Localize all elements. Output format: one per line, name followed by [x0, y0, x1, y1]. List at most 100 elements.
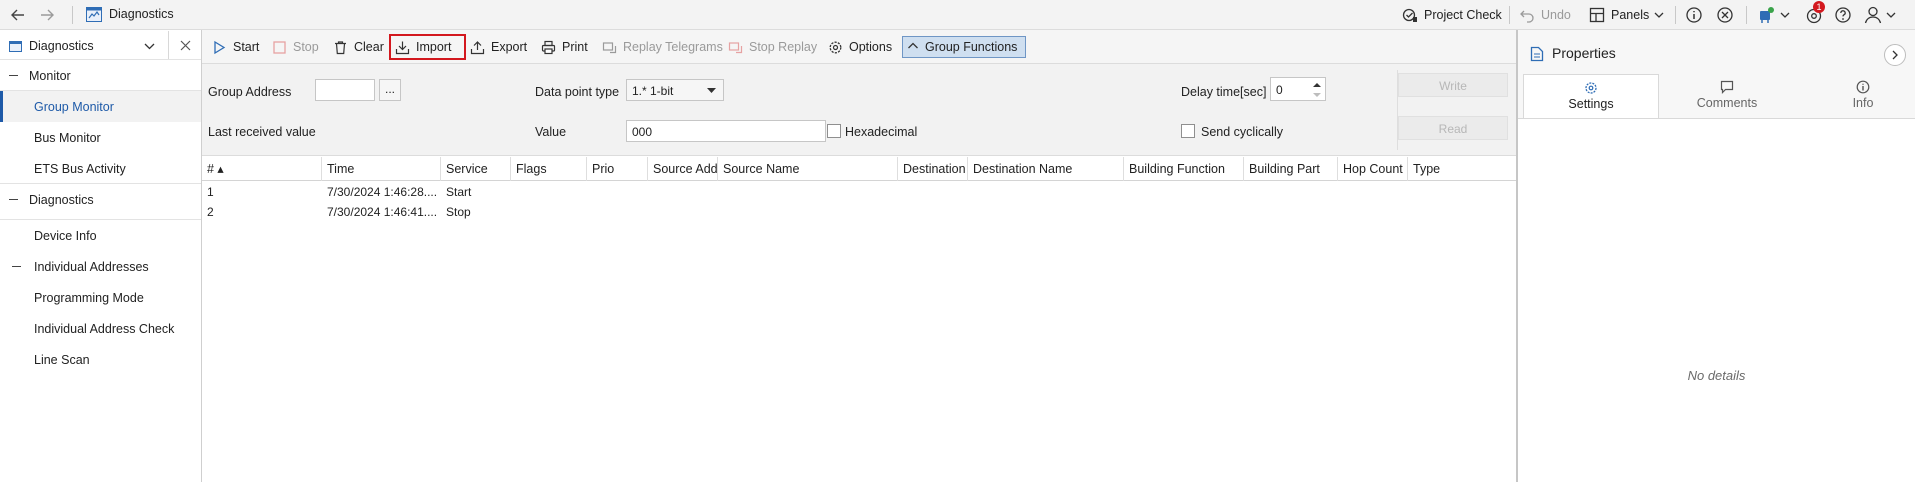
column-header-destination-name[interactable]: Destination Name [968, 157, 1124, 181]
close-icon[interactable] [180, 40, 191, 51]
column-header-building-function[interactable]: Building Function [1124, 157, 1244, 181]
write-button[interactable]: Write [1398, 73, 1508, 97]
column-header-hop-count[interactable]: Hop Count [1338, 157, 1408, 181]
sidebar-group-monitor[interactable]: Monitor [0, 60, 201, 91]
delay-time-spinner[interactable]: 0 [1270, 77, 1326, 101]
collapse-icon[interactable] [12, 266, 21, 267]
browse-label: ... [385, 82, 396, 96]
data-point-type-label: Data point type [535, 85, 620, 99]
spinner-down-icon[interactable] [1313, 92, 1321, 98]
table-header: # ▴ Time Service Flags Prio Source Addre… [202, 157, 1516, 181]
value-label: Value [535, 125, 567, 139]
clear-button[interactable]: Clear [329, 36, 388, 58]
group-functions-button[interactable]: Group Functions [902, 36, 1026, 58]
info-icon[interactable] [1685, 6, 1703, 24]
browse-button[interactable]: ... [379, 79, 401, 101]
chevron-down-icon[interactable] [1780, 10, 1790, 20]
sidebar-item-bus-monitor[interactable]: Bus Monitor [0, 122, 201, 153]
monitor-toolbar: Start Stop Clear Import Export Print Rep… [202, 30, 1709, 64]
collapse-icon[interactable] [9, 75, 18, 76]
user-account-icon[interactable] [1863, 5, 1883, 25]
hexadecimal-label: Hexadecimal [845, 125, 918, 139]
column-header-time[interactable]: Time [322, 157, 441, 181]
stop-icon [272, 40, 287, 55]
replay-icon [602, 40, 617, 55]
dropdown-triangle-icon [707, 88, 716, 94]
import-label: Import [416, 40, 452, 54]
project-check-label: Project Check [1424, 8, 1502, 22]
group-address-input[interactable] [315, 79, 375, 101]
telegram-table: # ▴ Time Service Flags Prio Source Addre… [202, 157, 1516, 482]
spinner-up-icon[interactable] [1313, 82, 1321, 88]
gear-icon [828, 40, 843, 55]
read-button[interactable]: Read [1398, 116, 1508, 140]
sidebar-item-group-monitor[interactable]: Group Monitor [0, 91, 201, 122]
write-label: Write [1439, 79, 1467, 93]
trash-icon [333, 40, 348, 55]
chevron-down-icon[interactable] [1886, 10, 1896, 20]
tab-comments[interactable]: Comments [1659, 74, 1795, 118]
column-header-type[interactable]: Type [1408, 157, 1516, 181]
sidebar-item-label: Line Scan [34, 353, 90, 367]
close-circle-icon[interactable] [1716, 6, 1734, 24]
stop-replay-button[interactable]: Stop Replay [724, 36, 821, 58]
chevron-down-icon[interactable] [144, 41, 155, 51]
panels-button[interactable]: Panels [1589, 0, 1664, 30]
bus-connection-icon[interactable] [1757, 5, 1777, 25]
group-functions-label: Group Functions [925, 40, 1018, 54]
sidebar-item-line-scan[interactable]: Line Scan [0, 344, 201, 375]
sidebar-group-diagnostics[interactable]: Diagnostics [0, 184, 201, 220]
column-header-source-name[interactable]: Source Name [718, 157, 898, 181]
sidebar-item-device-info[interactable]: Device Info [0, 220, 201, 251]
collapse-icon[interactable] [9, 199, 18, 200]
info-icon [1856, 80, 1870, 94]
back-arrow-icon[interactable] [9, 6, 27, 24]
column-header-service[interactable]: Service [441, 157, 511, 181]
replay-telegrams-label: Replay Telegrams [623, 40, 723, 54]
sidebar-header: Diagnostics [0, 30, 201, 60]
hexadecimal-checkbox[interactable] [827, 124, 841, 138]
table-row[interactable]: 2 7/30/2024 1:46:41.... Stop [202, 202, 1516, 222]
column-header-number[interactable]: # ▴ [202, 157, 322, 181]
column-header-building-part[interactable]: Building Part [1244, 157, 1338, 181]
column-header-flags[interactable]: Flags [511, 157, 587, 181]
stop-button[interactable]: Stop [268, 36, 323, 58]
help-icon[interactable] [1834, 6, 1852, 24]
export-button[interactable]: Export [466, 36, 531, 58]
notification-badge: 1 [1813, 1, 1825, 13]
collapse-panel-button[interactable] [1884, 44, 1906, 66]
column-header-prio[interactable]: Prio [587, 157, 648, 181]
comment-icon [1720, 80, 1734, 94]
table-row[interactable]: 1 7/30/2024 1:46:28.... Start [202, 182, 1516, 202]
title-bar: Diagnostics Project Check Undo Panels 1 [0, 0, 1915, 30]
clear-label: Clear [354, 40, 384, 54]
send-cyclically-checkbox[interactable] [1181, 124, 1195, 138]
column-header-source-address[interactable]: Source Address [648, 157, 718, 181]
sidebar-item-programming-mode[interactable]: Programming Mode [0, 282, 201, 313]
start-button[interactable]: Start [208, 36, 263, 58]
sidebar-item-label: Bus Monitor [34, 131, 101, 145]
replay-telegrams-button[interactable]: Replay Telegrams [598, 36, 727, 58]
print-button[interactable]: Print [537, 36, 592, 58]
column-header-destination[interactable]: Destination [898, 157, 968, 181]
tab-info[interactable]: Info [1795, 74, 1915, 118]
cell-service: Stop [446, 205, 471, 219]
value-text: 000 [632, 125, 653, 139]
data-point-type-select[interactable]: 1.* 1-bit [626, 79, 724, 101]
forward-arrow-icon[interactable] [38, 6, 56, 24]
project-check-button[interactable]: Project Check [1402, 0, 1502, 30]
sidebar-item-individual-addresses[interactable]: Individual Addresses [0, 251, 201, 282]
import-button[interactable]: Import [389, 34, 466, 60]
chevron-down-icon [1654, 10, 1664, 20]
group-functions-panel: Group Address ... Last received value Da… [202, 64, 1516, 156]
undo-button[interactable]: Undo [1519, 0, 1571, 30]
value-input[interactable]: 000 [626, 120, 826, 142]
delay-time-value: 0 [1276, 83, 1283, 97]
sidebar-item-ets-bus-activity[interactable]: ETS Bus Activity [0, 153, 201, 184]
diagnostics-app-icon [86, 7, 102, 22]
sidebar-item-individual-address-check[interactable]: Individual Address Check [0, 313, 201, 344]
data-point-type-value: 1.* 1-bit [632, 84, 674, 98]
sidebar-group-label: Monitor [29, 69, 71, 83]
tab-settings[interactable]: Settings [1523, 74, 1659, 118]
options-button[interactable]: Options [824, 36, 896, 58]
